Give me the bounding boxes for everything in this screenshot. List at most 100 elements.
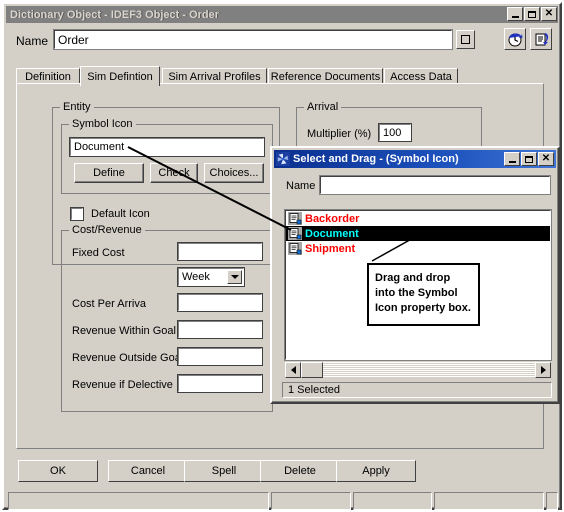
dialog-status-bar: 1 Selected xyxy=(282,382,552,398)
tab-reference-documents[interactable]: Reference Documents xyxy=(268,68,383,84)
multiplier-input[interactable]: 100 xyxy=(378,123,412,142)
scroll-right-button[interactable] xyxy=(535,362,551,378)
main-window-title: Dictionary Object - IDEF3 Object - Order xyxy=(10,8,220,21)
period-select-arrow-button[interactable] xyxy=(227,270,242,284)
arrow-right-icon xyxy=(540,366,546,374)
maximize-button[interactable] xyxy=(524,7,540,21)
scroll-left-button[interactable] xyxy=(285,362,301,378)
dialog-minimize-button[interactable] xyxy=(504,152,520,166)
maximize-icon xyxy=(528,10,536,18)
maximize-icon xyxy=(525,155,533,163)
period-select[interactable]: Week xyxy=(177,267,245,287)
cost-per-arrival-input[interactable] xyxy=(177,293,263,312)
multiplier-label: Multiplier (%) xyxy=(307,128,372,140)
tab-sim-defintion[interactable]: Sim Defintion xyxy=(80,66,160,86)
status-bar xyxy=(8,492,559,510)
main-window-controls: ✕ xyxy=(507,7,557,21)
symbol-icon-group-title: Symbol Icon xyxy=(69,118,136,130)
define-button-label: Define xyxy=(93,167,125,179)
entity-groupbox: Entity Symbol Icon Document Define Check… xyxy=(52,101,280,412)
symbol-icon-groupbox: Symbol Icon Document Define Check Choice… xyxy=(61,118,273,194)
revenue-if-defective-input[interactable] xyxy=(177,374,263,393)
list-item[interactable]: Document xyxy=(286,226,550,241)
tab-access-data[interactable]: Access Data xyxy=(384,68,458,84)
select-and-drag-titlebar[interactable]: Select and Drag - (Symbol Icon) ✕ xyxy=(274,150,556,168)
close-icon: ✕ xyxy=(541,153,551,164)
fixed-cost-input[interactable] xyxy=(177,242,263,261)
apply-button[interactable]: Apply xyxy=(336,460,416,482)
scrollbar-thumb[interactable] xyxy=(301,362,323,378)
history-button[interactable] xyxy=(504,28,526,50)
select-and-drag-title: Select and Drag - (Symbol Icon) xyxy=(293,153,459,165)
refresh-button[interactable] xyxy=(530,28,552,50)
fixed-cost-label: Fixed Cost xyxy=(72,247,125,259)
cancel-button-label: Cancel xyxy=(130,465,166,477)
chevron-down-icon xyxy=(230,275,239,279)
choices-button[interactable]: Choices... xyxy=(204,163,264,183)
list-item-label: Shipment xyxy=(305,242,356,255)
name-label: Name xyxy=(16,34,49,48)
cost-revenue-groupbox: Cost/Revenue Fixed Cost Week Cost Per Ar… xyxy=(61,224,273,412)
status-pane-4 xyxy=(434,492,545,510)
list-item-label: Backorder xyxy=(305,212,360,225)
tab-definition[interactable]: Definition xyxy=(16,68,80,84)
status-pane-1 xyxy=(8,492,269,510)
list-item-label: Document xyxy=(305,227,359,240)
clock-refresh-icon xyxy=(508,33,522,46)
tab-access-data-label: Access Data xyxy=(390,70,452,83)
document-refresh-icon xyxy=(535,32,548,45)
dialog-maximize-button[interactable] xyxy=(521,152,537,166)
arrow-left-icon xyxy=(290,366,296,374)
list-item[interactable]: Backorder xyxy=(286,211,550,226)
status-pane-5 xyxy=(546,492,559,510)
revenue-outside-goal-input[interactable] xyxy=(177,347,263,366)
spell-button-label: Spell xyxy=(211,465,237,477)
cancel-button[interactable]: Cancel xyxy=(108,460,188,482)
default-icon-checkbox[interactable] xyxy=(70,207,84,221)
select-and-drag-window-controls: ✕ xyxy=(504,152,554,166)
main-window-titlebar[interactable]: Dictionary Object - IDEF3 Object - Order… xyxy=(6,6,558,23)
dialog-name-input[interactable] xyxy=(319,175,551,195)
revenue-within-goal-label: Revenue Within Goal xyxy=(72,325,176,337)
annotation-text: Drag and drop into the Symbol Icon prope… xyxy=(375,272,471,314)
expand-square-icon xyxy=(461,35,470,44)
period-select-value: Week xyxy=(182,271,210,283)
revenue-within-goal-input[interactable] xyxy=(177,320,263,339)
apply-button-label: Apply xyxy=(362,465,390,477)
revenue-if-defective-label: Revenue if Delective xyxy=(72,379,173,391)
delete-button-label: Delete xyxy=(284,465,316,477)
default-icon-label: Default Icon xyxy=(91,208,150,220)
ok-button[interactable]: OK xyxy=(18,460,98,482)
choices-button-label: Choices... xyxy=(209,167,259,179)
document-symbol-icon xyxy=(288,242,302,255)
tab-sim-arrival-profiles-label: Sim Arrival Profiles xyxy=(168,70,261,83)
scrollbar-track[interactable] xyxy=(301,362,535,378)
document-symbol-icon xyxy=(288,227,302,240)
minimize-button[interactable] xyxy=(507,7,523,21)
revenue-outside-goal-label: Revenue Outside Goal xyxy=(72,352,184,364)
spell-button[interactable]: Spell xyxy=(184,460,264,482)
dialog-name-label: Name xyxy=(286,180,316,192)
name-expand-button[interactable] xyxy=(456,30,475,49)
check-button[interactable]: Check xyxy=(150,163,198,183)
check-button-label: Check xyxy=(158,167,190,179)
close-icon: ✕ xyxy=(544,8,554,19)
tabstrip: Definition Sim Defintion Sim Arrival Pro… xyxy=(16,66,544,86)
define-button[interactable]: Define xyxy=(74,163,144,183)
status-pane-2 xyxy=(271,492,351,510)
close-button[interactable]: ✕ xyxy=(541,7,557,21)
tab-definition-label: Definition xyxy=(25,70,71,83)
symbol-icon-input[interactable]: Document xyxy=(69,137,265,157)
pinwheel-icon xyxy=(276,152,290,166)
list-item[interactable]: Shipment xyxy=(286,241,550,256)
tab-sim-defintion-label: Sim Defintion xyxy=(87,70,153,83)
horizontal-scrollbar[interactable] xyxy=(285,362,551,378)
cost-revenue-group-title: Cost/Revenue xyxy=(69,224,145,236)
name-input[interactable]: Order xyxy=(53,29,453,50)
dialog-close-button[interactable]: ✕ xyxy=(538,152,554,166)
delete-button[interactable]: Delete xyxy=(260,460,340,482)
document-symbol-icon xyxy=(288,212,302,225)
entity-group-title: Entity xyxy=(60,101,94,113)
tab-sim-arrival-profiles[interactable]: Sim Arrival Profiles xyxy=(162,68,267,84)
tab-reference-documents-label: Reference Documents xyxy=(270,70,381,83)
